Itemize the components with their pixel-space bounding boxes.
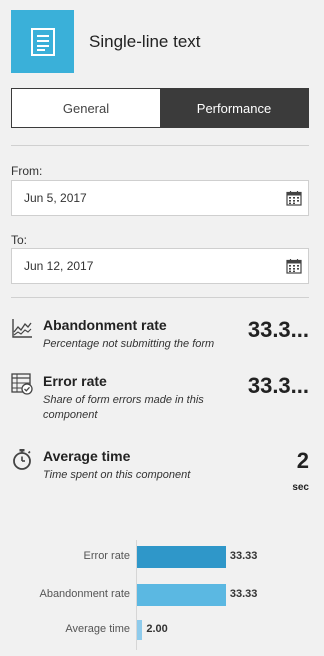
calendar-icon[interactable] xyxy=(286,190,302,206)
metric-title: Average time xyxy=(43,448,131,464)
metric-error-rate: Error rate Share of form errors made in … xyxy=(11,373,309,429)
calendar-icon[interactable] xyxy=(286,258,302,274)
to-label: To: xyxy=(11,233,28,247)
metric-unit: sec xyxy=(292,482,309,493)
divider xyxy=(11,297,309,298)
line-chart-icon xyxy=(12,319,32,338)
metric-subtitle: Percentage not submitting the form xyxy=(43,338,215,350)
metric-abandonment-rate: Abandonment rate Percentage not submitti… xyxy=(11,317,309,357)
metric-title: Error rate xyxy=(43,373,107,389)
text-field-icon xyxy=(11,10,74,73)
bar xyxy=(137,584,226,606)
metric-value: 2 xyxy=(296,448,309,473)
stopwatch-icon xyxy=(13,449,31,470)
bar-label: Average time xyxy=(65,623,130,635)
metric-value: 33.3... xyxy=(247,317,309,342)
bar-value-label: 2.00 xyxy=(146,623,168,635)
metric-subtitle: Time spent on this component xyxy=(43,469,191,481)
page-title: Single-line text xyxy=(89,32,201,51)
bar-label: Abandonment rate xyxy=(39,588,130,600)
from-date-field[interactable]: Jun 5, 2017 xyxy=(11,180,309,216)
from-date-value: Jun 5, 2017 xyxy=(24,191,87,205)
bar-value-label: 33.33 xyxy=(229,550,258,562)
metric-value: 33.3... xyxy=(247,373,309,398)
error-grid-icon xyxy=(11,373,33,395)
bar xyxy=(137,620,143,640)
tab-bar: General Performance xyxy=(11,88,309,128)
metric-title: Abandonment rate xyxy=(43,317,167,333)
tab-performance[interactable]: Performance xyxy=(160,89,308,127)
bar xyxy=(137,546,226,568)
performance-bar-chart: Error rate 33.33 Abandonment rate 33.33 Aver… xyxy=(0,540,324,650)
metric-average-time: Average time Time spent on this componen… xyxy=(11,448,309,498)
to-date-field[interactable]: Jun 12, 2017 xyxy=(11,248,309,284)
tab-general[interactable]: General xyxy=(12,89,160,127)
bar-value-label: 33.33 xyxy=(229,588,258,600)
divider xyxy=(11,145,309,146)
component-header: Single-line text xyxy=(11,10,314,74)
from-label: From: xyxy=(11,164,43,178)
bar-label: Error rate xyxy=(83,550,130,562)
to-date-value: Jun 12, 2017 xyxy=(24,259,94,273)
metric-subtitle: Share of form errors made in this compon… xyxy=(43,394,204,421)
